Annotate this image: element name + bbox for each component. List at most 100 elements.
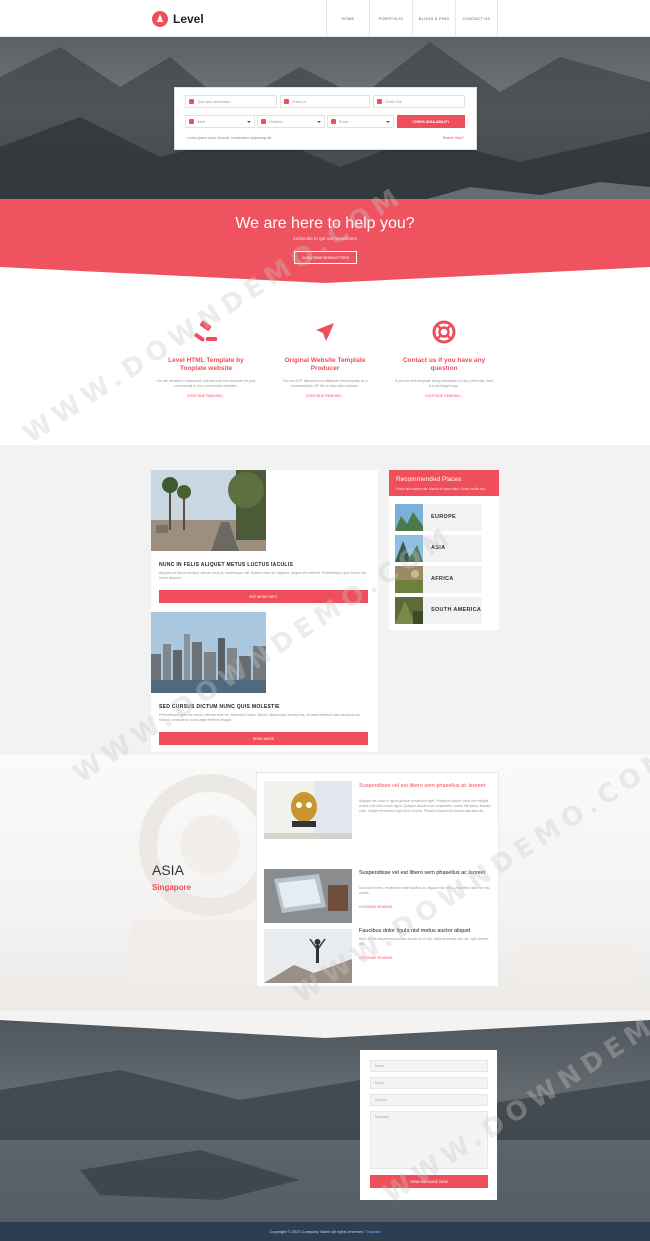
menu-item-home[interactable]: HOME (326, 0, 369, 37)
email-field[interactable]: Email (370, 1077, 488, 1089)
child-icon (261, 119, 266, 124)
bed-icon (331, 119, 336, 124)
yoga-image (264, 929, 352, 983)
feature-text: If you see this template being distribut… (394, 379, 494, 388)
see-more-button[interactable]: See More Info. (159, 590, 368, 603)
city-skyline-image (151, 612, 266, 693)
checkin-placeholder: Check In (292, 99, 306, 104)
room-label: Room (339, 119, 349, 124)
contact-section (0, 1010, 650, 1222)
menu-item-blogs[interactable]: BLOGS & PINS (412, 0, 455, 37)
copyright-text: Copyright © 2020 Company Name All rights… (269, 1229, 364, 1234)
send-message-button[interactable]: Send Message Now (370, 1175, 488, 1188)
subscribe-button[interactable]: Subscribe Newsletters (294, 251, 357, 264)
asia-stories: Suspendisse vel est libero sem phasellus… (256, 772, 499, 987)
feature-link[interactable]: Continue Reading... (275, 394, 375, 398)
lake-mountain-background (0, 1010, 650, 1222)
continue-reading-link[interactable]: Continue Reading... (359, 956, 395, 960)
menu-item-contact[interactable]: CONTACT US (455, 0, 498, 37)
feature-link[interactable]: Continue Reading... (394, 394, 494, 398)
story-title[interactable]: Suspendisse vel est libero sem phasellus… (359, 783, 494, 790)
user-icon (189, 119, 194, 124)
story-text: Nunc in felis aliquet metus luctus iacul… (359, 937, 489, 946)
gavel-icon (194, 320, 217, 342)
band-title: We are here to help you? (235, 215, 415, 232)
checkout-placeholder: Check Out (385, 99, 402, 104)
feature-item: Contact us if you have any question If y… (394, 320, 494, 398)
footer-link[interactable]: Tooplate (365, 1229, 380, 1234)
checkin-input[interactable]: Check In (280, 95, 370, 108)
children-label: Children (269, 119, 283, 124)
adult-label: Adult (197, 119, 205, 124)
place-label: EUROPE (431, 514, 457, 520)
feature-item: Original Website Template Producer You a… (275, 320, 375, 398)
post-title[interactable]: SED CURSUS DICTUM NUNC QUIS MOLESTIE (159, 704, 280, 710)
check-availability-button[interactable]: Check Availability (397, 115, 465, 128)
newsletter-band: We are here to help you? Subscribe to ge… (0, 199, 650, 283)
place-label: ASIA (431, 545, 446, 551)
read-more-button[interactable]: Read More (159, 732, 368, 745)
menu-item-portfolio[interactable]: PORTFOLIO (369, 0, 412, 37)
region-subtitle: Singapore (152, 883, 192, 892)
story-text: Duis dolor lorem, vestibulum vitae fauci… (359, 886, 490, 895)
place-label: AFRICA (431, 576, 454, 582)
recommended-places: Recommended Places Fusce quis sapien nis… (389, 470, 499, 630)
contact-form: Name Email Subject Message Send Message … (360, 1050, 497, 1200)
booking-search-form: Type your destination... Check In Check … (174, 87, 477, 150)
plane-icon (316, 323, 334, 341)
laptop-image (264, 869, 352, 923)
post-text: Pellentesque quis dui varius, ultricies … (159, 713, 362, 722)
feature-link[interactable]: Continue Reading... (156, 394, 256, 398)
feature-item: Level HTML Template by Tooplate website … (156, 320, 256, 398)
feature-title: Contact us if you have any question (402, 357, 486, 372)
footer: Copyright © 2020 Company Name All rights… (0, 1222, 650, 1241)
subject-field[interactable]: Subject (370, 1094, 488, 1106)
feature-text: You are allowed to download, edit and us… (156, 379, 256, 388)
destination-placeholder: Type your destination... (197, 99, 234, 104)
place-item-africa[interactable]: AFRICA (395, 566, 482, 593)
place-item-europe[interactable]: EUROPE (395, 504, 482, 531)
search-help-link[interactable]: Search Help? (443, 136, 464, 140)
recommended-subtitle: Fusce quis sapien nisi. Mauris et lorem … (396, 487, 486, 491)
calendar-icon (377, 99, 382, 104)
tree-logo-icon (152, 11, 168, 27)
recommended-header: Recommended Places Fusce quis sapien nis… (389, 470, 499, 496)
main-menu: HOME PORTFOLIO BLOGS & PINS CONTACT US (326, 0, 498, 37)
place-thumbnail (395, 597, 423, 624)
adult-select[interactable]: Adult (185, 115, 255, 128)
chevron-down-icon (317, 121, 321, 123)
brand-name: Level (173, 12, 204, 26)
place-thumbnail (395, 504, 423, 531)
checkout-input[interactable]: Check Out (373, 95, 465, 108)
band-subtitle: Subscribe to get our newsletters (292, 236, 358, 241)
post-text: Aliquam ac lacus volutpat, dictum risus … (159, 571, 367, 580)
message-field[interactable]: Message (370, 1111, 488, 1169)
place-label: SOUTH AMERICA (431, 607, 482, 613)
calendar-icon (284, 99, 289, 104)
destination-input[interactable]: Type your destination... (185, 95, 277, 108)
feature-title: Original Website Template Producer (284, 357, 366, 372)
brand[interactable]: Level (152, 9, 204, 29)
post-title[interactable]: NUNC IN FELIS ALIQUET METUS LUCTUS IACUL… (159, 562, 293, 568)
story-title[interactable]: Faucibus dolor ligula nisl metus auctor … (359, 928, 494, 935)
place-thumbnail (395, 535, 423, 562)
place-item-south-america[interactable]: SOUTH AMERICA (395, 597, 482, 624)
story-text: Aliquam nec dolor ut ligula pulvinar fer… (359, 799, 492, 813)
room-select[interactable]: Room (327, 115, 394, 128)
continue-reading-link[interactable]: Continue Reading... (359, 905, 395, 909)
name-field[interactable]: Name (370, 1060, 488, 1072)
search-note: Lorem ipsum dolor sit amet, consectetur … (187, 136, 272, 140)
recommended-title: Recommended Places (396, 476, 462, 483)
top-navbar: Level HOME PORTFOLIO BLOGS & PINS CONTAC… (0, 0, 650, 37)
place-item-asia[interactable]: ASIA (395, 535, 482, 562)
feature-title: Level HTML Template by Tooplate website (168, 357, 244, 372)
story-title[interactable]: Suspendisse vel est libero sem phasellus… (359, 870, 494, 877)
chevron-down-icon (386, 121, 390, 123)
life-ring-icon (432, 320, 456, 344)
place-thumbnail (395, 566, 423, 593)
palm-street-image (151, 470, 266, 551)
children-select[interactable]: Children (257, 115, 325, 128)
blog-posts: NUNC IN FELIS ALIQUET METUS LUCTUS IACUL… (151, 470, 378, 752)
chevron-down-icon (247, 121, 251, 123)
gold-skull-image (264, 781, 352, 839)
